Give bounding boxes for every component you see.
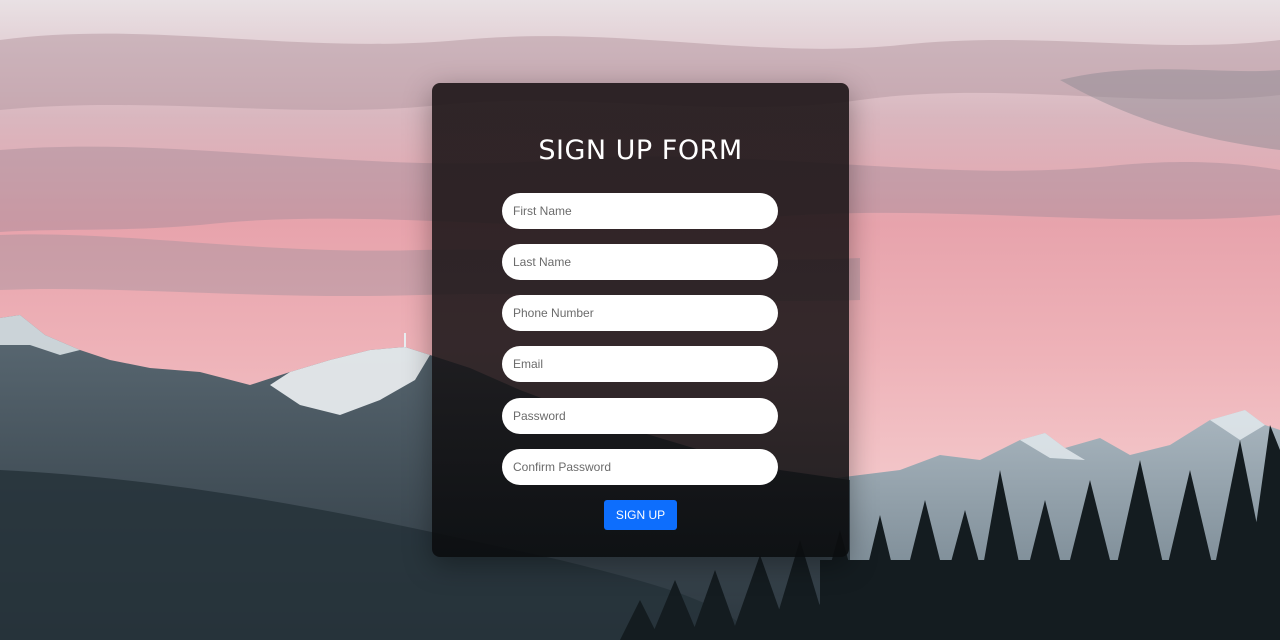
sign-up-button[interactable]: SIGN UP (604, 500, 677, 530)
form-title: SIGN UP FORM (538, 135, 743, 166)
signup-card: SIGN UP FORM SIGN UP (432, 83, 849, 557)
email-input[interactable] (502, 346, 778, 382)
password-input[interactable] (502, 398, 778, 434)
first-name-input[interactable] (502, 193, 778, 229)
phone-number-input[interactable] (502, 295, 778, 331)
last-name-input[interactable] (502, 244, 778, 280)
confirm-password-input[interactable] (502, 449, 778, 485)
